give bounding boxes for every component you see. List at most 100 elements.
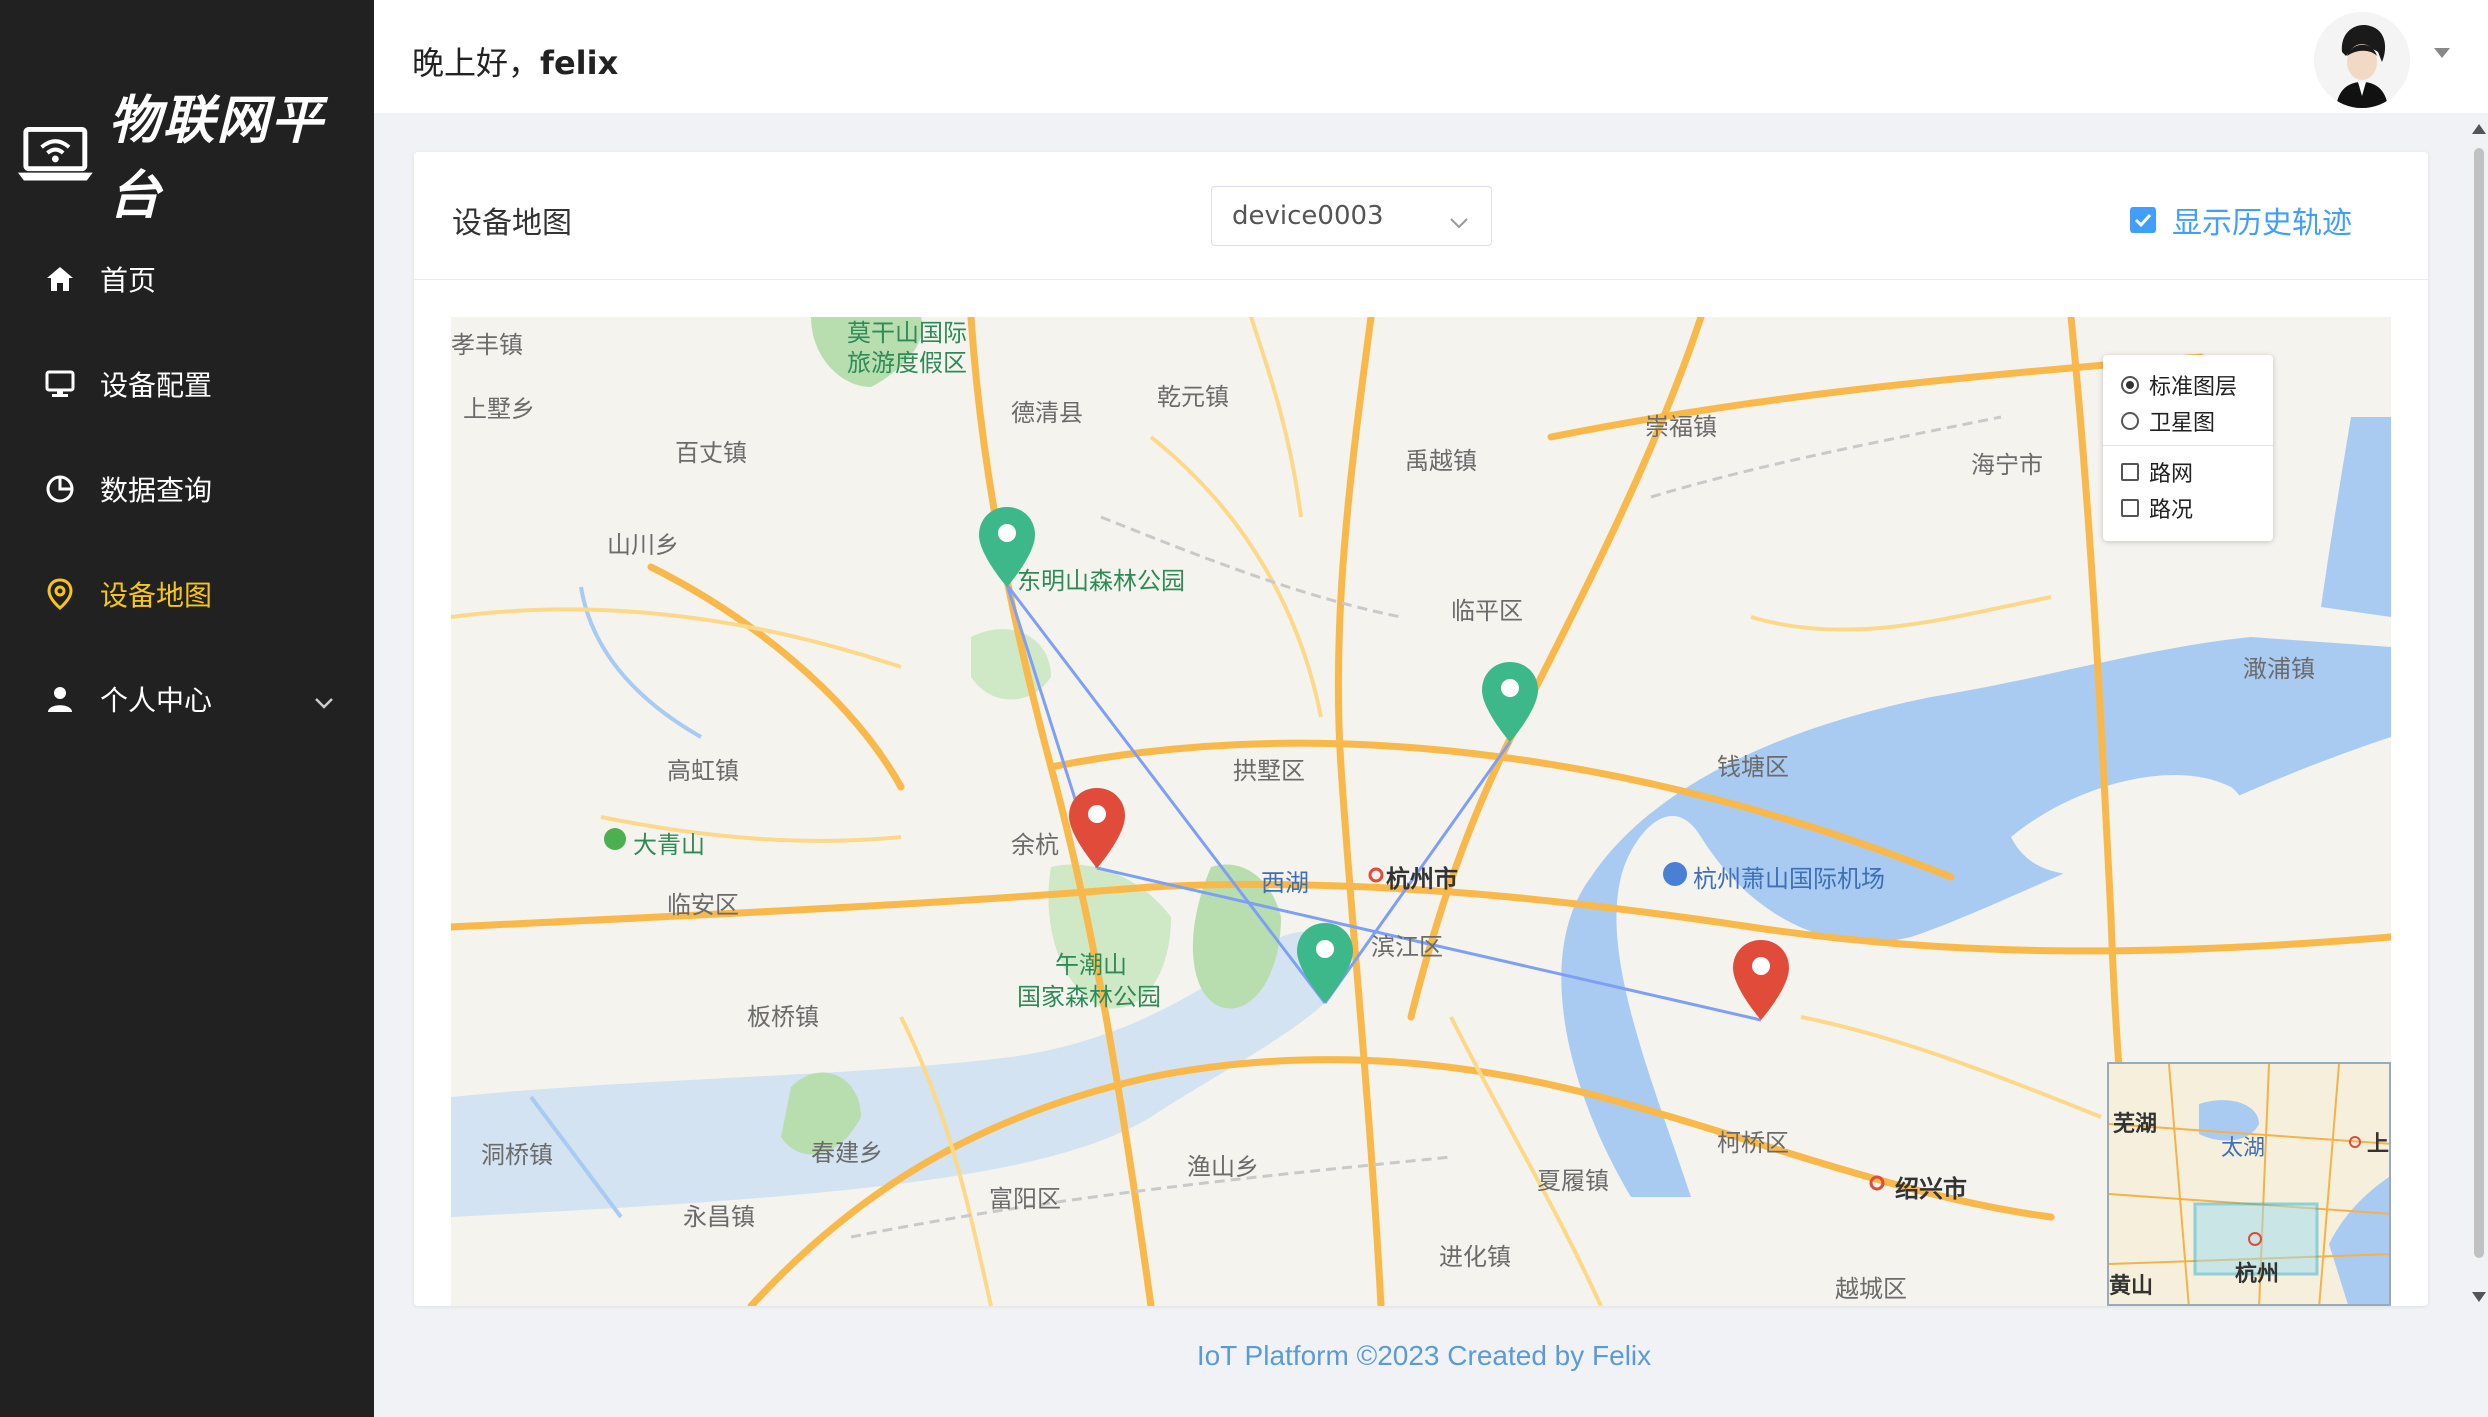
map-label: 乾元镇 (1157, 383, 1229, 411)
map-label: 禹越镇 (1405, 447, 1477, 475)
pie-chart-icon (44, 473, 76, 505)
home-icon (44, 263, 76, 295)
map-label: 澉浦镇 (2243, 655, 2315, 683)
laptop-wifi-icon (18, 126, 93, 181)
layer-label: 路网 (2149, 462, 2194, 487)
map-label: 洞桥镇 (481, 1141, 553, 1169)
map-label: 高虹镇 (667, 757, 739, 785)
history-checkbox-label: 显示历史轨迹 (2172, 206, 2352, 241)
radio-satellite-layer[interactable] (2121, 412, 2139, 430)
sidebar-menu: 首页 设备配置 数据查询 设备地图 个人中心 (0, 226, 374, 751)
map-label: 东明山森林公园 (1017, 567, 1185, 595)
layer-option-traffic[interactable]: 路况 (2121, 490, 2255, 526)
divider (2103, 445, 2273, 446)
map-label: 拱墅区 (1233, 757, 1305, 785)
page-footer: IoT Platform ©2023 Created by Felix (1196, 1340, 1652, 1371)
device-select-value: device0003 (1232, 201, 1384, 231)
map-label: 海宁市 (1971, 451, 2043, 479)
map-label: 进化镇 (1439, 1243, 1511, 1271)
user-icon (44, 683, 76, 715)
map-label: 绍兴市 (1895, 1175, 1967, 1203)
map-label: 渔山乡 (1187, 1153, 1259, 1181)
app-title: 物联网平台 (108, 90, 325, 226)
map-label: 滨江区 (1371, 933, 1443, 961)
sidebar-item-home[interactable]: 首页 (0, 226, 374, 331)
marker-red-west[interactable] (1067, 786, 1127, 870)
layer-option-satellite[interactable]: 卫星图 (2121, 403, 2255, 439)
greeting: 晚上好，felix (412, 38, 618, 84)
map-label: 山川乡 (607, 531, 679, 559)
layer-label: 路况 (2149, 498, 2194, 523)
map-label: 越城区 (1835, 1275, 1907, 1303)
layer-option-road-net[interactable]: 路网 (2121, 454, 2255, 490)
map-label: 临安区 (667, 891, 739, 919)
overview-label: 太湖 (2221, 1136, 2266, 1161)
map-label: 午潮山 (1055, 951, 1127, 979)
chevron-down-icon (1449, 207, 1469, 237)
overview-label: 黄山 (2109, 1274, 2154, 1299)
username: felix (540, 44, 619, 82)
marker-green-south[interactable] (1295, 921, 1355, 1005)
location-pin-icon (44, 577, 76, 610)
top-header: 晚上好，felix (374, 0, 2488, 113)
avatar-dropdown-caret[interactable] (2434, 48, 2450, 58)
map-label: 钱塘区 (1717, 753, 1789, 781)
map-label: 余杭 (1011, 831, 1059, 859)
overview-label: 上 (2367, 1132, 2390, 1157)
sidebar-item-label: 数据查询 (100, 473, 213, 507)
overview-label: 芜湖 (2113, 1112, 2158, 1137)
sidebar-item-device-config[interactable]: 设备配置 (0, 331, 374, 436)
marker-green-east[interactable] (1480, 660, 1540, 744)
map-label: 崇福镇 (1645, 413, 1717, 441)
scroll-down-arrow[interactable] (2472, 1292, 2486, 1302)
sidebar-item-label: 设备地图 (100, 578, 213, 612)
sidebar: 物联网平台 首页 设备配置 数据查询 设备地图 个人中心 (0, 0, 374, 1417)
monitor-icon (44, 368, 76, 400)
map-label: 春建乡 (811, 1139, 883, 1167)
layer-label: 标准图层 (2149, 375, 2238, 400)
layer-option-standard[interactable]: 标准图层 (2121, 367, 2255, 403)
layer-label: 卫星图 (2149, 411, 2216, 436)
map-label: 夏履镇 (1537, 1167, 1609, 1195)
map-label: 杭州萧山国际机场 (1693, 865, 1885, 893)
map-label: 富阳区 (989, 1185, 1061, 1213)
map-label: 柯桥区 (1717, 1129, 1789, 1157)
sidebar-item-label: 个人中心 (100, 683, 213, 717)
checkbox-road-net[interactable] (2121, 463, 2139, 481)
map-label: 百丈镇 (675, 439, 747, 467)
device-select[interactable]: device0003 (1211, 186, 1492, 246)
sidebar-item-device-map[interactable]: 设备地图 (0, 541, 374, 646)
greeting-text: 晚上好， (412, 44, 541, 82)
map-label: 孝丰镇 (451, 331, 523, 359)
map-label: 永昌镇 (683, 1203, 755, 1231)
app-logo[interactable]: 物联网平台 (18, 78, 374, 228)
marker-red-southeast[interactable] (1731, 938, 1791, 1022)
map-layer-switcher: 标准图层 卫星图 路网 路况 (2103, 355, 2273, 541)
overview-minimap[interactable]: 芜湖 太湖 上 杭州 黄山 (2107, 1062, 2391, 1306)
scroll-thumb[interactable] (2474, 148, 2484, 1258)
scroll-up-arrow[interactable] (2472, 124, 2486, 134)
avatar[interactable] (2314, 12, 2410, 108)
radio-standard-layer[interactable] (2121, 376, 2139, 394)
map-label: 板桥镇 (747, 1003, 819, 1031)
sidebar-item-label: 首页 (100, 263, 157, 297)
sidebar-item-data-query[interactable]: 数据查询 (0, 436, 374, 541)
device-map-card: 设备地图 device0003 显示历史轨迹 孝丰镇 莫干山国际 旅游度假区 德… (414, 152, 2428, 1306)
map-label: 临平区 (1451, 597, 1523, 625)
map-label: 杭州市 (1386, 865, 1458, 893)
map-label: 大青山 (633, 831, 705, 859)
chevron-down-icon (314, 684, 334, 717)
card-header: 设备地图 device0003 显示历史轨迹 (414, 152, 2428, 280)
history-track-toggle[interactable]: 显示历史轨迹 (2130, 198, 2352, 242)
map-label: 旅游度假区 (847, 349, 967, 377)
marker-green-north[interactable] (977, 505, 1037, 589)
sidebar-item-profile[interactable]: 个人中心 (0, 646, 374, 751)
map-canvas[interactable]: 孝丰镇 莫干山国际 旅游度假区 德清县 乾元镇 上墅乡 百丈镇 禹越镇 崇福镇 … (451, 317, 2391, 1306)
checkbox-traffic[interactable] (2121, 499, 2139, 517)
card-title: 设备地图 (452, 206, 572, 241)
overview-label: 杭州 (2235, 1262, 2280, 1287)
page-scrollbar[interactable] (2468, 120, 2488, 1306)
map-label: 国家森林公园 (1017, 983, 1161, 1011)
map-label: 西湖 (1261, 869, 1309, 897)
history-checkbox[interactable] (2130, 207, 2156, 233)
